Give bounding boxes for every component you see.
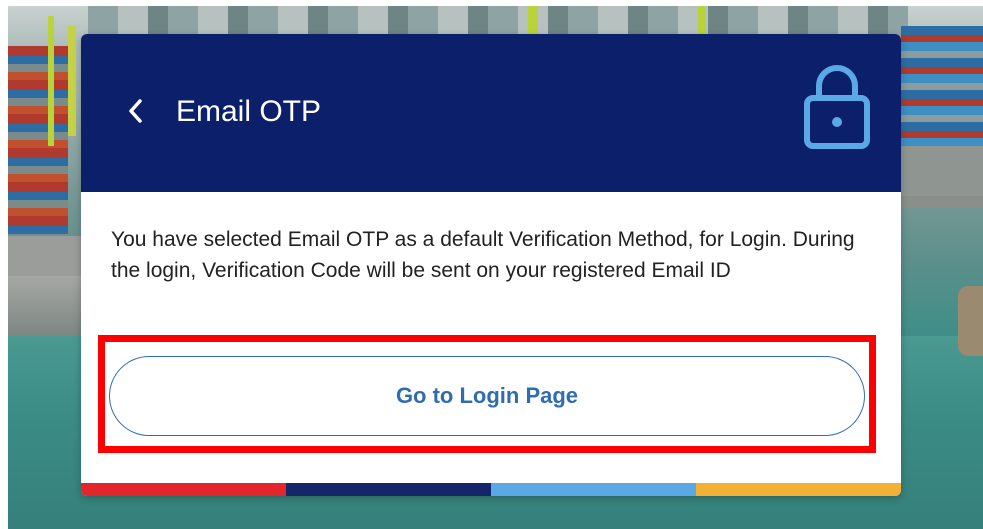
back-button[interactable]	[121, 96, 151, 126]
stripe-red	[81, 483, 286, 496]
otp-info-message: You have selected Email OTP as a default…	[111, 228, 855, 282]
go-to-login-page-button[interactable]: Go to Login Page	[109, 356, 865, 436]
stripe-navy	[286, 483, 491, 496]
stripe-yellow	[696, 483, 901, 496]
email-otp-dialog: Email OTP You have selected Email OTP as…	[81, 34, 901, 496]
stripe-light-blue	[491, 483, 696, 496]
lock-icon	[804, 65, 870, 149]
dialog-title: Email OTP	[176, 95, 322, 128]
chevron-left-icon[interactable]	[121, 96, 151, 126]
dialog-header: Email OTP	[81, 34, 901, 192]
